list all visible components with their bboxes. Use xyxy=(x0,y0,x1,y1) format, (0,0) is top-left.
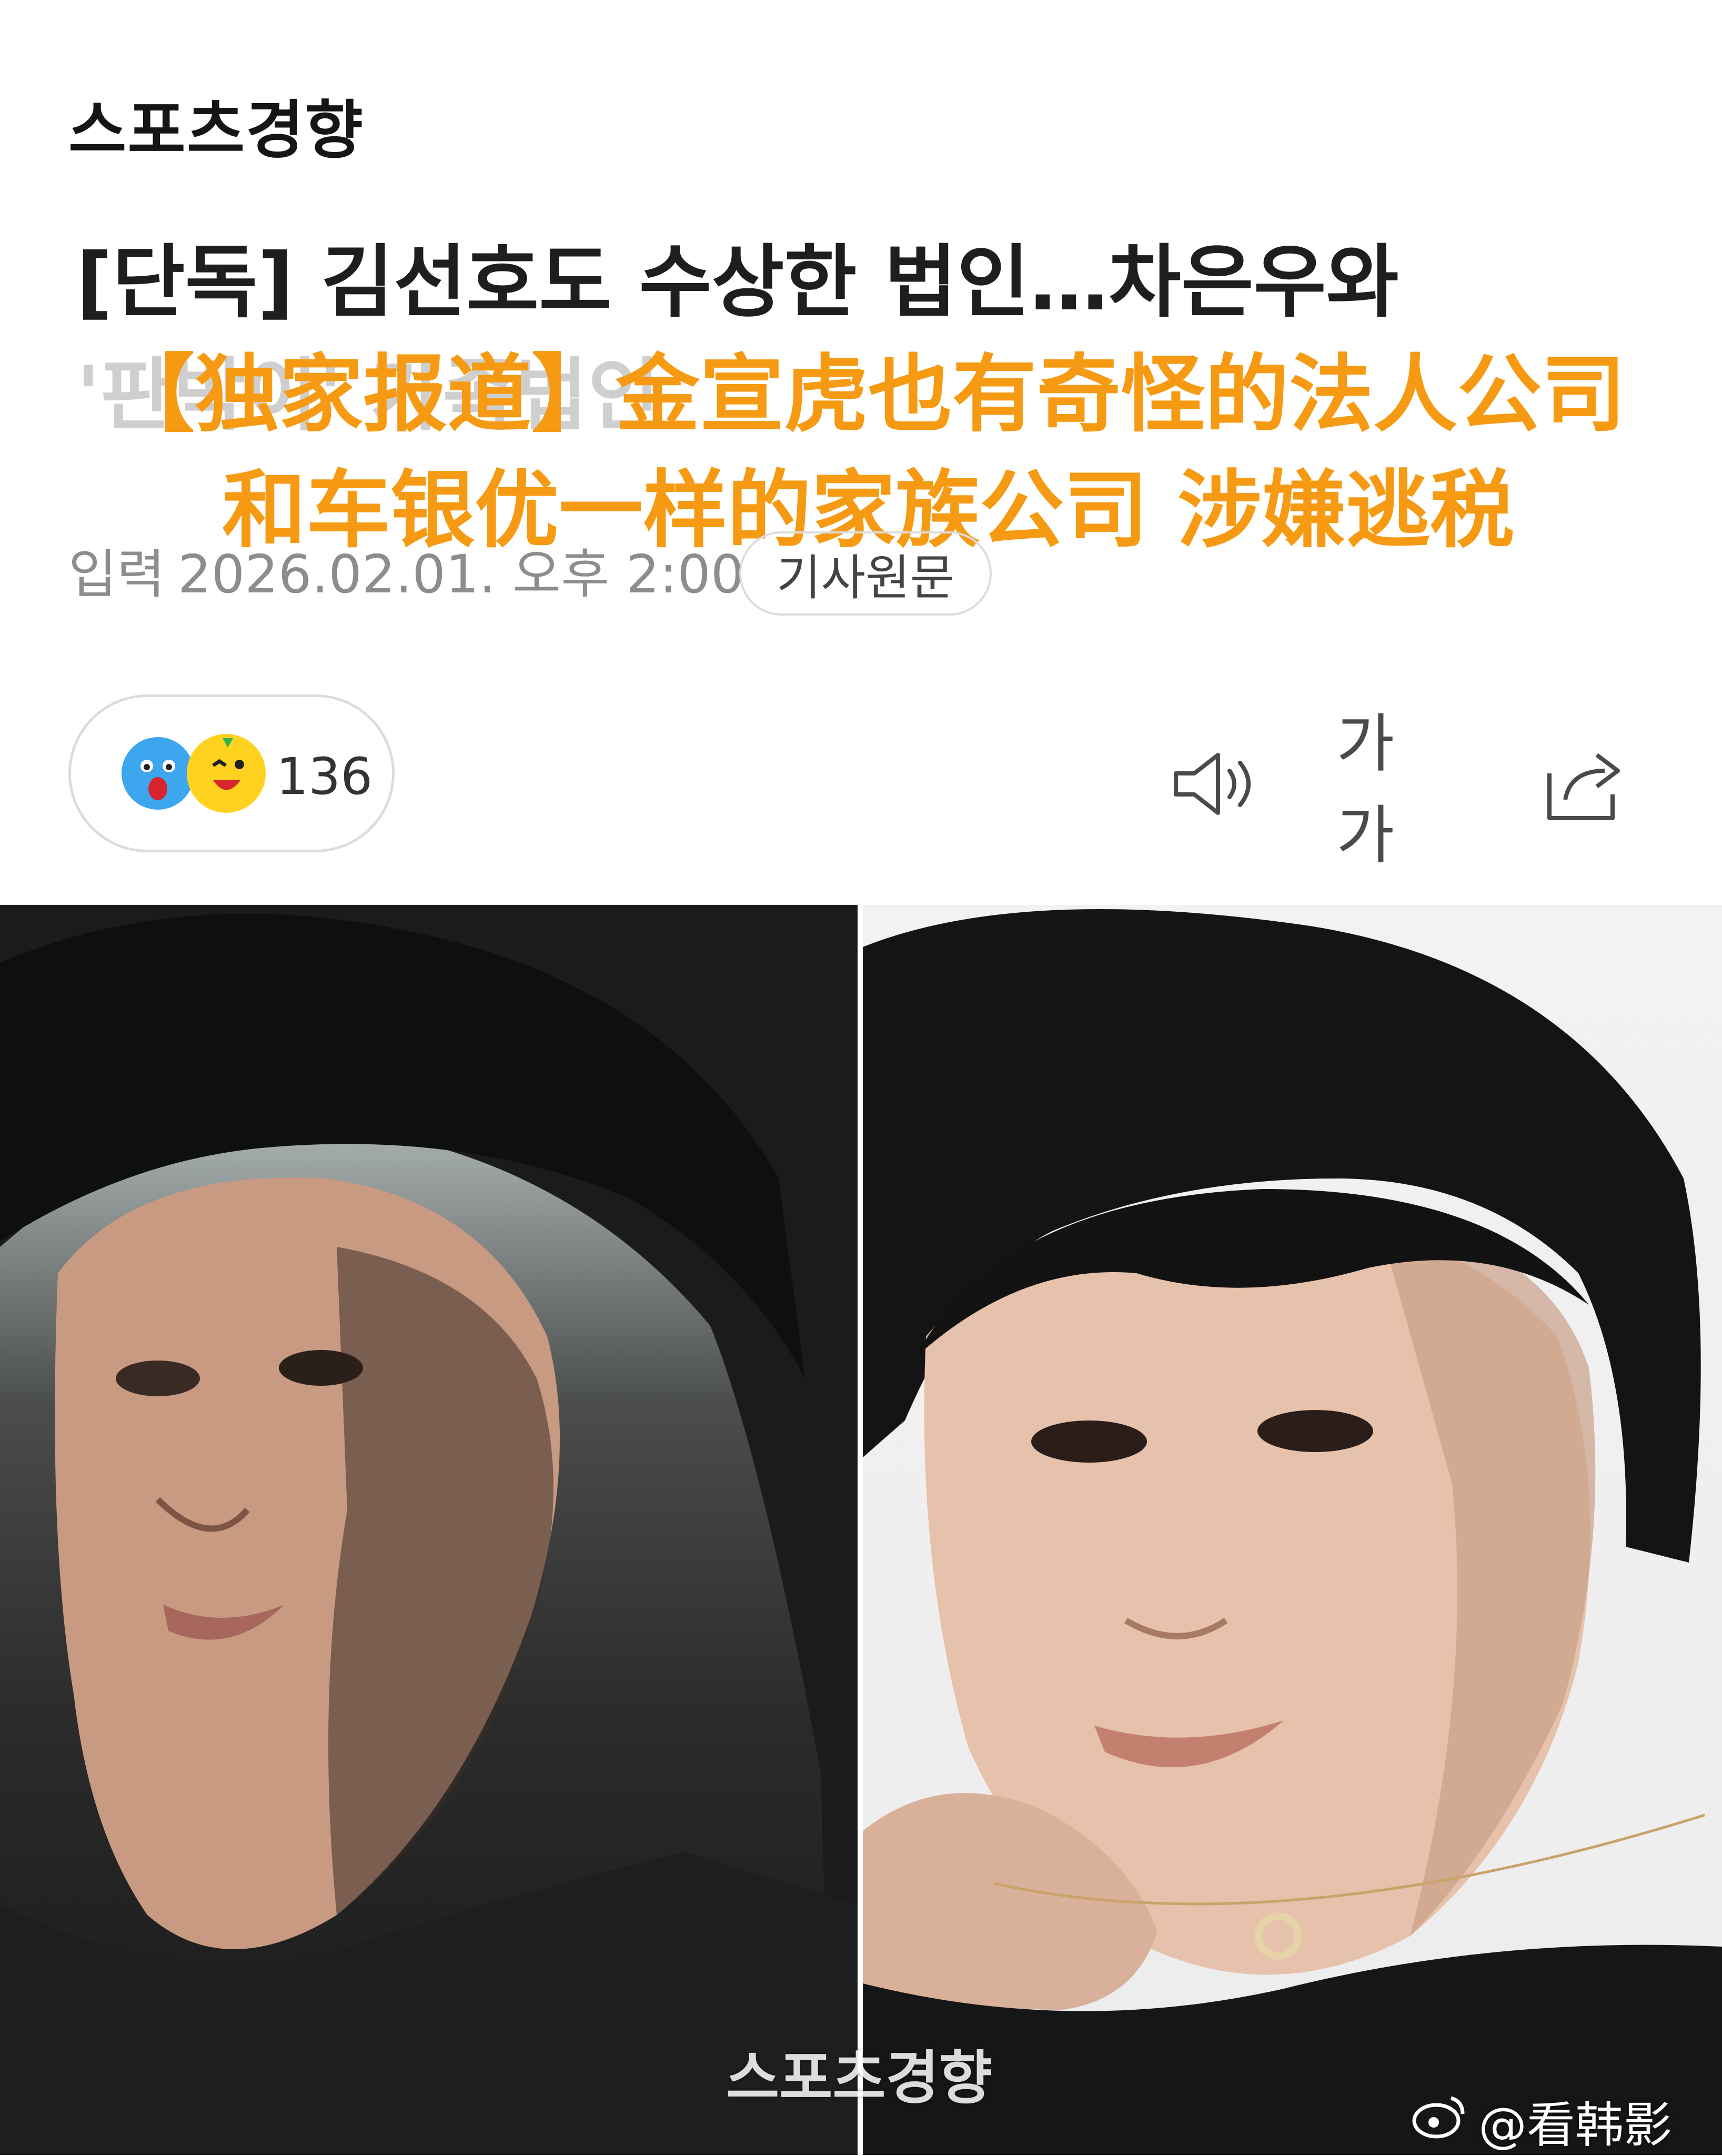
weibo-credit: @看韩影 xyxy=(1410,2086,1672,2156)
font-size-button[interactable]: 가가 xyxy=(1336,708,1442,872)
original-article-button[interactable]: 기사원문 xyxy=(739,531,992,616)
surprised-emoji-icon xyxy=(118,734,197,813)
photo-watermark: 스포츠경향 xyxy=(726,2044,992,2112)
weibo-handle: @看韩影 xyxy=(1478,2097,1673,2153)
share-icon[interactable] xyxy=(1531,731,1636,837)
weibo-icon xyxy=(1410,2092,1468,2151)
article-meta: 입력 2026.02.01. 오후 2:00 xyxy=(68,531,744,608)
font-size-label: 가가 xyxy=(1336,708,1395,872)
laughing-emoji-icon xyxy=(187,734,266,813)
speaker-icon[interactable] xyxy=(1163,731,1268,837)
photo-left xyxy=(0,905,858,2155)
overlay-line-1: 【独家报道】金宣虎也有奇怪的法人公司 xyxy=(110,345,1626,444)
photo-right xyxy=(863,905,1722,2155)
meta-datetime: 2026.02.01. 오후 2:00 xyxy=(178,543,744,605)
site-logo[interactable]: 스포츠경향 xyxy=(68,79,364,170)
reaction-count: 136 xyxy=(276,747,373,806)
meta-label: 입력 xyxy=(68,543,165,605)
headline-line-1: [단독] 김선호도 수상한 법인…차은우와 xyxy=(76,237,1399,328)
reaction-pill[interactable]: 136 xyxy=(68,694,395,852)
